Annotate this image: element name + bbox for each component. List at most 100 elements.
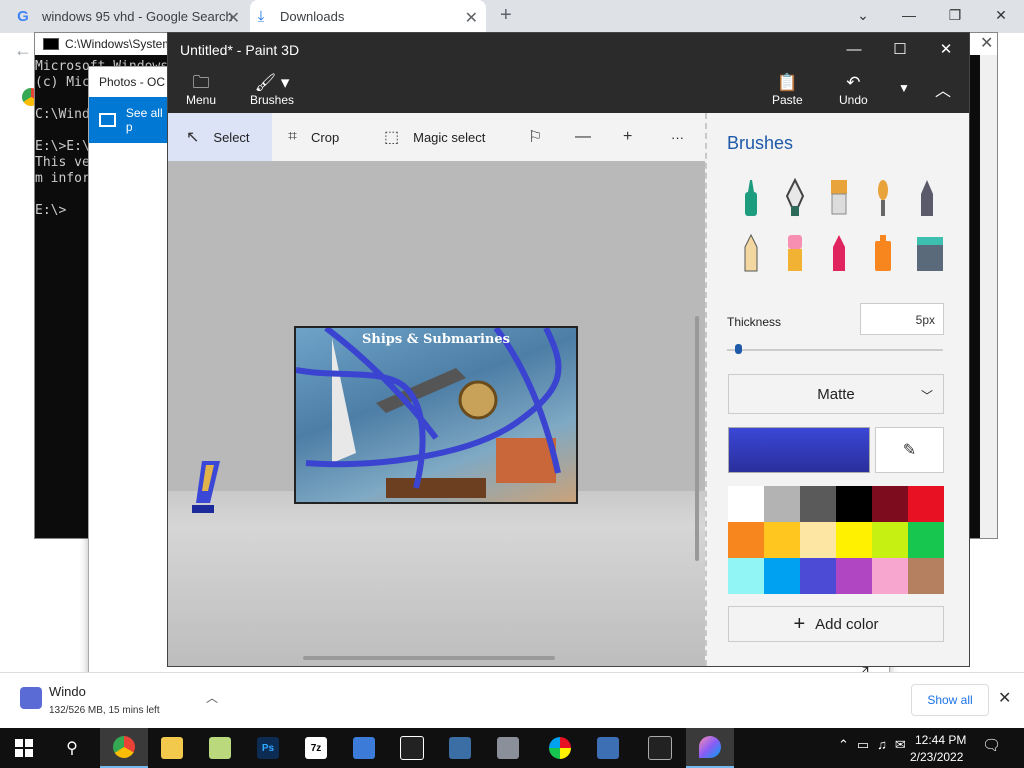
new-tab-button[interactable]: +: [500, 4, 512, 27]
magic-select-tool[interactable]: ⬚ Magic select: [384, 113, 485, 161]
close-icon[interactable]: ✕: [998, 688, 1011, 708]
zoom-out-tool[interactable]: —: [575, 113, 605, 161]
watercolor-icon[interactable]: [871, 178, 895, 218]
color-swatch[interactable]: [800, 558, 836, 594]
color-swatch[interactable]: [764, 486, 800, 522]
taskbar-network[interactable]: [584, 728, 632, 768]
canvas-image[interactable]: Ships & Submarines: [294, 326, 578, 504]
taskbar-photoshop[interactable]: Ps: [244, 728, 292, 768]
marker-brush-icon[interactable]: [739, 178, 763, 218]
zoom-in-tool[interactable]: +: [623, 113, 646, 161]
color-swatch[interactable]: [908, 522, 944, 558]
taskbar-paint3d-old[interactable]: [536, 728, 584, 768]
color-swatch[interactable]: [728, 522, 764, 558]
menu-button[interactable]: 🗀 Menu: [186, 73, 216, 107]
search-button[interactable]: ⚲: [48, 728, 96, 768]
more-tools[interactable]: ···: [671, 113, 684, 161]
close-tab-icon[interactable]: ✕: [227, 8, 240, 28]
canvas-area[interactable]: Ships & Submarines: [168, 161, 705, 666]
color-swatch[interactable]: [872, 486, 908, 522]
flag-tool[interactable]: ⚐: [528, 113, 556, 161]
color-swatch[interactable]: [764, 558, 800, 594]
color-swatch[interactable]: [728, 558, 764, 594]
close-button[interactable]: ✕: [978, 0, 1024, 30]
add-color-button[interactable]: + Add color: [728, 606, 944, 642]
thickness-slider-handle[interactable]: [734, 344, 742, 354]
start-button[interactable]: [0, 728, 48, 768]
spray-can-icon[interactable]: [871, 233, 895, 273]
horizontal-scrollbar[interactable]: [303, 656, 555, 660]
maximize-button[interactable]: ☐: [877, 33, 923, 67]
minimize-button[interactable]: —: [886, 0, 932, 30]
taskbar-chrome[interactable]: [100, 728, 148, 768]
color-swatch[interactable]: [836, 522, 872, 558]
color-swatch[interactable]: [908, 558, 944, 594]
thickness-slider[interactable]: [727, 349, 943, 351]
download-item-name[interactable]: Windo: [49, 684, 86, 699]
undo-dropdown-icon[interactable]: ▼: [898, 81, 910, 95]
pencil-icon[interactable]: [739, 233, 763, 273]
taskbar-3d-viewer[interactable]: [436, 728, 484, 768]
current-color-swatch[interactable]: [728, 427, 870, 473]
browser-tab-downloads[interactable]: ⤓ Downloads ✕: [250, 0, 486, 33]
brushes-button[interactable]: 🖌 ▾ Brushes: [250, 73, 294, 107]
color-swatch[interactable]: [872, 522, 908, 558]
cursor-icon: ↖: [186, 129, 200, 146]
select-tool[interactable]: ↖ Select: [168, 113, 272, 161]
crayon-icon[interactable]: [827, 233, 851, 273]
taskbar-app[interactable]: [340, 728, 388, 768]
taskbar-paint3d[interactable]: [686, 728, 734, 768]
minimize-button[interactable]: —: [831, 33, 877, 67]
clock-time[interactable]: 12:44 PM: [915, 733, 966, 747]
taskbar-cmd[interactable]: [636, 728, 684, 768]
system-tray-icons[interactable]: ⌃▭♫✉: [838, 737, 914, 753]
clock-date[interactable]: 2/23/2022: [910, 750, 963, 764]
taskbar-paint[interactable]: [196, 728, 244, 768]
close-tab-icon[interactable]: ✕: [465, 8, 478, 28]
close-button[interactable]: ✕: [923, 33, 969, 67]
cmd-scrollbar[interactable]: [980, 55, 997, 538]
color-swatch[interactable]: [800, 522, 836, 558]
see-all-button[interactable]: See all p: [89, 97, 169, 143]
chevron-up-icon[interactable]: ︿: [206, 689, 218, 706]
paint3d-window[interactable]: Untitled* - Paint 3D — ☐ ✕ 🗀 Menu 🖌 ▾ Br…: [167, 32, 970, 667]
google-icon: G: [17, 8, 29, 25]
color-swatch[interactable]: [836, 558, 872, 594]
fill-bucket-icon[interactable]: [915, 233, 945, 273]
taskbar-app2[interactable]: [484, 728, 532, 768]
taskbar-7zip[interactable]: 7z: [292, 728, 340, 768]
oil-brush-icon[interactable]: [827, 178, 851, 218]
color-swatch[interactable]: [908, 486, 944, 522]
undo-button[interactable]: ↶ Undo: [839, 73, 868, 107]
show-all-button[interactable]: Show all: [911, 684, 989, 716]
maximize-button[interactable]: ❐: [932, 0, 978, 30]
back-arrow-icon[interactable]: ←: [14, 40, 32, 61]
crop-tool[interactable]: ⌗ Crop: [288, 113, 339, 161]
close-icon[interactable]: ✕: [980, 33, 993, 53]
paint3d-window-controls: — ☐ ✕: [831, 33, 969, 67]
browser-tab-google-search[interactable]: G windows 95 vhd - Google Search ✕: [12, 0, 248, 33]
color-swatch[interactable]: [764, 522, 800, 558]
fill-bucket-body: [917, 243, 943, 271]
calligraphy-pen-icon[interactable]: [783, 178, 807, 218]
finish-dropdown[interactable]: Matte ﹀: [728, 374, 944, 414]
marker-cursor-icon: [192, 461, 220, 513]
taskbar-photos[interactable]: [388, 728, 436, 768]
color-swatch[interactable]: [800, 486, 836, 522]
paste-button[interactable]: 📋 Paste: [772, 73, 803, 107]
notification-icon[interactable]: 🗨: [982, 736, 1001, 754]
taskbar-file-explorer[interactable]: [148, 728, 196, 768]
more-icon: ···: [671, 129, 684, 145]
vertical-scrollbar[interactable]: [695, 316, 699, 561]
chevron-down-icon[interactable]: ⌄: [840, 0, 886, 30]
collapse-chevron-icon[interactable]: ︿: [935, 77, 951, 101]
color-swatch[interactable]: [872, 558, 908, 594]
select-label: Select: [213, 129, 250, 145]
color-swatch[interactable]: [836, 486, 872, 522]
eraser-icon[interactable]: [783, 233, 807, 273]
marker-brush-tip: [748, 180, 754, 192]
pixel-pen-icon[interactable]: [915, 178, 939, 218]
color-swatch[interactable]: [728, 486, 764, 522]
thickness-input[interactable]: 5px: [860, 303, 944, 335]
eyedropper-button[interactable]: ✎: [875, 427, 944, 473]
